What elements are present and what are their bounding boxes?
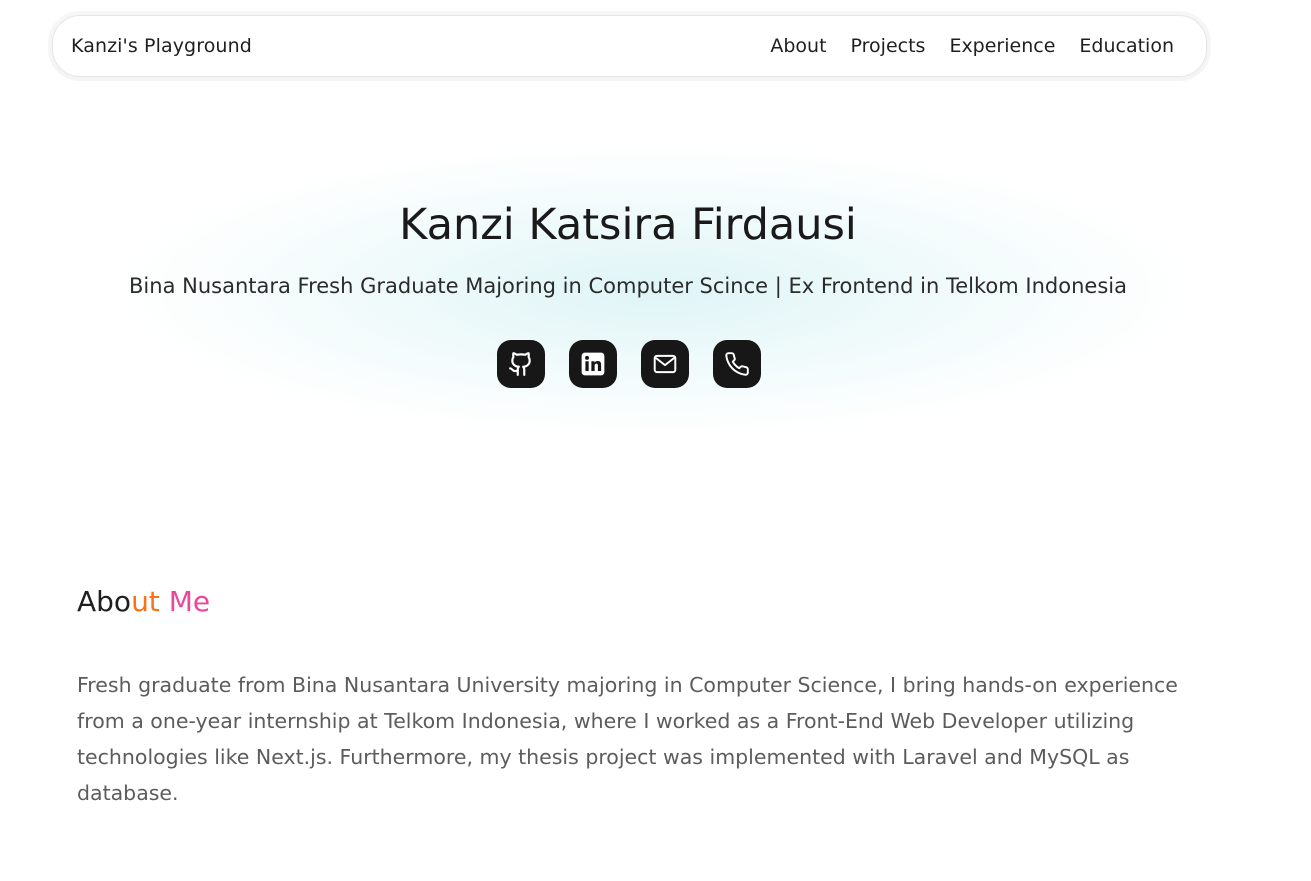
about-paragraph: Fresh graduate from Bina Nusantara Unive…	[77, 673, 1178, 805]
mail-icon	[653, 354, 677, 374]
hero-name: Kanzi Katsira Firdausi	[399, 200, 857, 250]
github-icon	[509, 352, 531, 376]
about-section-title: About Me	[77, 585, 210, 618]
phone-icon	[725, 352, 749, 376]
portfolio-page: Kanzi's Playground About Projects Experi…	[0, 0, 1311, 881]
phone-button[interactable]	[713, 340, 761, 388]
linkedin-button[interactable]	[569, 340, 617, 388]
social-links	[497, 340, 761, 388]
nav-link-experience[interactable]: Experience	[949, 35, 1055, 57]
nav-links: About Projects Experience Education	[770, 35, 1174, 57]
email-button[interactable]	[641, 340, 689, 388]
nav-link-education[interactable]: Education	[1079, 35, 1174, 57]
about-title-part-2: ut	[131, 585, 169, 618]
linkedin-icon	[581, 352, 605, 376]
nav-link-projects[interactable]: Projects	[851, 35, 926, 57]
about-title-part-3: Me	[168, 585, 211, 618]
nav-link-about[interactable]: About	[770, 35, 826, 57]
top-navbar: Kanzi's Playground About Projects Experi…	[52, 15, 1207, 77]
site-brand[interactable]: Kanzi's Playground	[71, 35, 252, 57]
hero-subtitle: Bina Nusantara Fresh Graduate Majoring i…	[129, 274, 1127, 298]
github-button[interactable]	[497, 340, 545, 388]
about-title-part-1: Abo	[77, 585, 132, 618]
